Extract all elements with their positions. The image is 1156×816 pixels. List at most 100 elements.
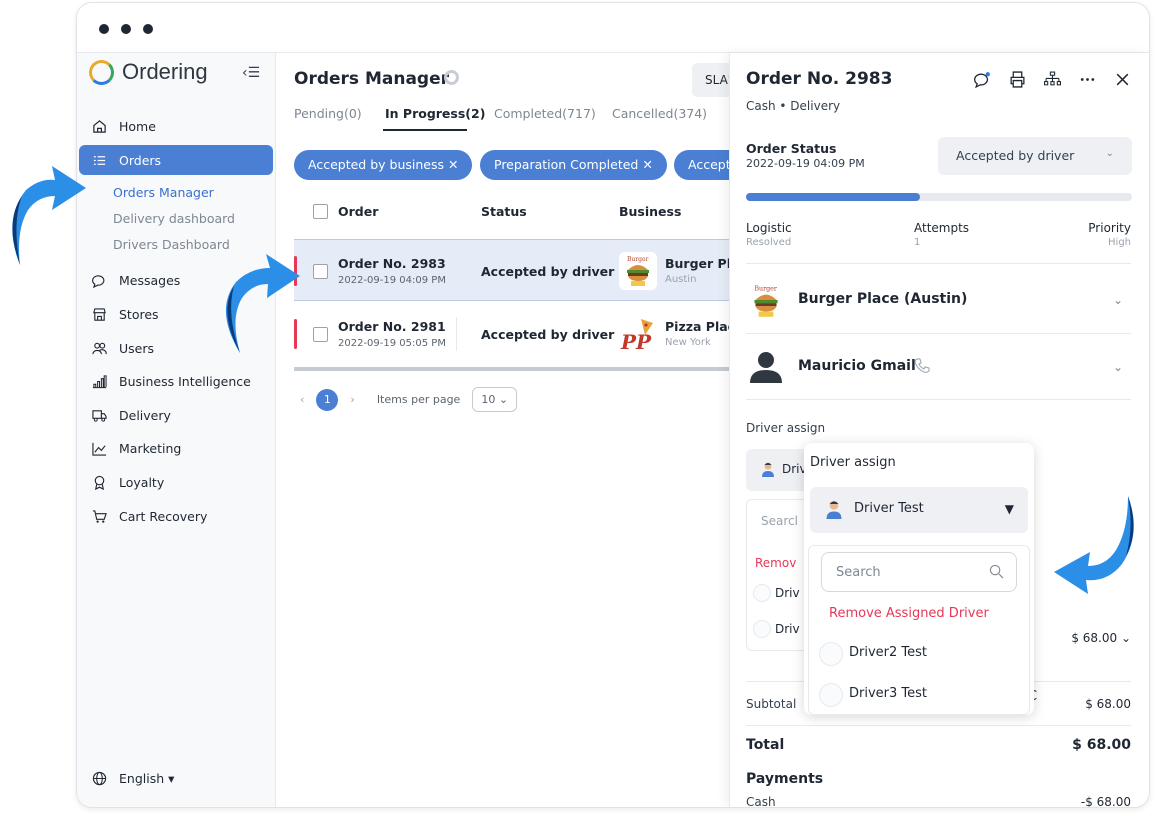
business-name[interactable]: Burger Place (Austin) xyxy=(798,291,967,307)
caret-down-icon: ▼ xyxy=(1004,502,1014,516)
phone-icon[interactable] xyxy=(914,358,930,378)
driver-search-input[interactable]: Search xyxy=(821,552,1017,592)
table-row[interactable]: Order No. 2983 2022-09-19 04:09 PM Accep… xyxy=(294,239,747,301)
annotation-arrow xyxy=(12,166,87,265)
selected-driver: Driver Test xyxy=(854,501,924,516)
sidebar-item-label: Business Intelligence xyxy=(119,373,251,389)
order-date: 2022-09-19 04:09 PM xyxy=(338,275,446,286)
driver-select-text: Driv xyxy=(782,462,807,476)
sidebar-subitem-delivery-dashboard[interactable]: Delivery dashboard xyxy=(113,211,235,226)
driver-assign-label: Driver assign xyxy=(746,421,826,435)
page-number[interactable]: 1 xyxy=(316,388,339,411)
driver-option-text: Driv xyxy=(775,586,800,600)
order-status-date: 2022-09-19 04:09 PM xyxy=(746,157,865,170)
order-date: 2022-09-19 05:05 PM xyxy=(338,338,446,349)
driver-select[interactable]: Driver Test ▼ xyxy=(810,487,1028,533)
remove-assigned-driver-option[interactable]: Remove Assigned Driver xyxy=(829,606,989,621)
driver-avatar-icon xyxy=(824,499,844,519)
logo[interactable]: Ordering xyxy=(89,59,208,85)
collapse-sidebar-icon[interactable]: ‹☰ xyxy=(242,65,260,81)
trend-icon xyxy=(91,440,107,456)
active-tab-indicator xyxy=(383,129,467,131)
order-title: Order No. 2983 xyxy=(746,69,893,89)
priority-label: Priority xyxy=(1088,221,1131,235)
users-icon xyxy=(91,340,107,356)
line-item-amount[interactable]: $ 68.00 ⌄ xyxy=(1071,631,1131,645)
sidebar-item-cart-recovery[interactable]: Cart Recovery xyxy=(79,501,273,531)
sidebar-item-marketing[interactable]: Marketing xyxy=(79,433,273,463)
order-status: Accepted by driver xyxy=(481,264,615,279)
column-header-status: Status xyxy=(481,204,527,219)
sidebar-item-loyalty[interactable]: Loyalty xyxy=(79,467,273,497)
attempts-label: Attempts xyxy=(914,221,970,235)
lifebuoy-icon[interactable] xyxy=(444,70,459,85)
business-city: New York xyxy=(665,337,711,348)
sidebar-subitem-orders-manager[interactable]: Orders Manager xyxy=(113,185,214,200)
tab-completed[interactable]: Completed(717) xyxy=(494,106,596,121)
progress-fill xyxy=(746,193,920,201)
chevron-down-icon[interactable]: ⌄ xyxy=(1113,360,1123,374)
row-checkbox[interactable] xyxy=(313,327,328,342)
sitemap-icon[interactable] xyxy=(1044,71,1061,92)
window-dot[interactable] xyxy=(99,24,109,34)
table-row[interactable]: Order No. 2981 2022-09-19 05:05 PM Accep… xyxy=(294,303,744,365)
language-selector[interactable]: English ▾ xyxy=(79,763,273,793)
sidebar-item-delivery[interactable]: Delivery xyxy=(79,400,273,430)
window-dot[interactable] xyxy=(121,24,131,34)
next-page-icon[interactable]: › xyxy=(350,393,354,406)
popover-title: Driver assign xyxy=(810,455,896,470)
print-icon[interactable] xyxy=(1009,71,1026,92)
row-checkbox[interactable] xyxy=(313,264,328,279)
window-dot[interactable] xyxy=(143,24,153,34)
annotation-arrow xyxy=(225,254,300,353)
filter-chip[interactable]: Preparation Completed ✕ xyxy=(480,150,667,180)
items-per-page-label: Items per page xyxy=(376,393,461,406)
order-number: Order No. 2983 xyxy=(338,256,446,271)
bar-chart-icon xyxy=(91,373,107,389)
items-per-page-select[interactable]: 10 ⌄ xyxy=(472,387,518,412)
sidebar-item-label: Users xyxy=(119,340,155,356)
subtotal-value: $ 68.00 xyxy=(1085,697,1131,711)
pizza-logo-icon: PP xyxy=(619,315,657,353)
divider xyxy=(746,263,1131,264)
prev-page-icon[interactable]: ‹ xyxy=(300,393,304,406)
tab-cancelled[interactable]: Cancelled(374) xyxy=(612,106,707,121)
close-icon[interactable] xyxy=(1114,71,1131,92)
svg-text:Burger: Burger xyxy=(754,285,777,292)
driver-avatar-icon xyxy=(819,683,843,707)
brand-name: Ordering xyxy=(122,59,208,84)
chat-icon[interactable] xyxy=(974,71,991,92)
language-label: English ▾ xyxy=(119,770,175,786)
order-status-select[interactable]: Accepted by driver ⌄ xyxy=(938,137,1132,175)
filter-chip[interactable]: Accepted by business ✕ xyxy=(294,150,473,180)
orders-main: Orders Manager SLA's Pending(0) In Progr… xyxy=(276,53,754,807)
divider xyxy=(746,333,1131,334)
order-detail-panel: Order No. 2983 Cash • Delivery Order Sta… xyxy=(729,53,1149,807)
divider xyxy=(746,725,1131,726)
status-value: Accepted by driver xyxy=(956,148,1075,163)
sidebar-item-home[interactable]: Home xyxy=(79,111,273,141)
burger-logo-icon: Burger xyxy=(619,252,657,290)
annotation-arrow xyxy=(1054,496,1134,594)
logo-icon xyxy=(89,59,114,85)
tab-in-progress[interactable]: In Progress(2) xyxy=(385,106,485,121)
subtotal-label: Subtotal xyxy=(746,697,797,711)
sidebar-item-label: Orders xyxy=(119,152,162,168)
panel-actions xyxy=(974,71,1131,92)
driver-option-text: Driv xyxy=(775,622,800,636)
tab-pending[interactable]: Pending(0) xyxy=(294,106,362,121)
chevron-down-icon: ⌄ xyxy=(1105,148,1114,159)
more-icon[interactable] xyxy=(1079,71,1096,92)
driver-option[interactable]: Driver2 Test xyxy=(849,645,927,660)
burger-logo-icon: Burger xyxy=(746,281,786,321)
order-status: Accepted by driver xyxy=(481,327,615,342)
sidebar-item-orders[interactable]: Orders xyxy=(79,145,273,175)
chevron-down-icon[interactable]: ⌄ xyxy=(1113,293,1123,307)
column-header-order: Order xyxy=(338,204,379,219)
select-all-checkbox[interactable] xyxy=(313,204,328,219)
horizontal-scrollbar[interactable] xyxy=(294,367,729,371)
driver-option[interactable]: Driver3 Test xyxy=(849,686,927,701)
customer-name[interactable]: Mauricio Gmail xyxy=(798,358,916,374)
sidebar-item-business-intelligence[interactable]: Business Intelligence xyxy=(79,366,273,396)
driver-avatar-icon xyxy=(753,620,771,638)
